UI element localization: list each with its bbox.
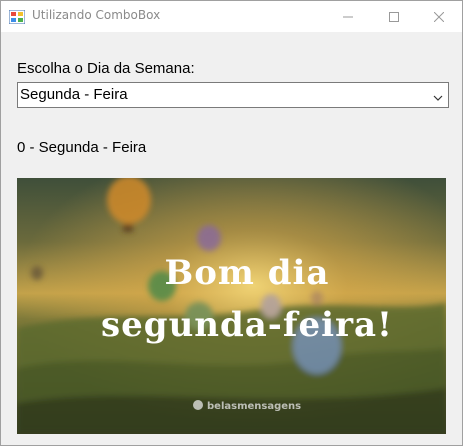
combobox-selected-value: Segunda - Feira bbox=[20, 86, 128, 103]
greeting-line-2: segunda-feira! bbox=[101, 305, 393, 345]
maximize-button[interactable] bbox=[371, 1, 417, 32]
chevron-down-icon[interactable] bbox=[432, 89, 444, 101]
minimize-icon bbox=[343, 16, 353, 17]
close-icon bbox=[434, 11, 444, 22]
window-title: Utilizando ComboBox bbox=[32, 8, 161, 22]
greeting-line-1: Bom dia bbox=[165, 253, 330, 293]
weekday-prompt-label: Escolha o Dia da Semana: bbox=[17, 60, 195, 77]
watermark-logo: belasmensagens bbox=[193, 400, 301, 412]
close-button[interactable] bbox=[416, 1, 462, 32]
watermark-text: belasmensagens bbox=[207, 401, 301, 412]
app-window: Utilizando ComboBox Escolha o Dia da Sem… bbox=[0, 0, 463, 446]
title-bar[interactable]: Utilizando ComboBox bbox=[1, 1, 462, 32]
selected-day-result: 0 - Segunda - Feira bbox=[17, 139, 147, 156]
maximize-icon bbox=[389, 11, 399, 22]
greeting-picture: Bom dia segunda-feira! belasmensagens bbox=[17, 178, 446, 434]
minimize-button[interactable] bbox=[325, 1, 371, 32]
app-icon bbox=[8, 9, 26, 25]
weekday-combobox[interactable]: Segunda - Feira bbox=[17, 82, 449, 108]
